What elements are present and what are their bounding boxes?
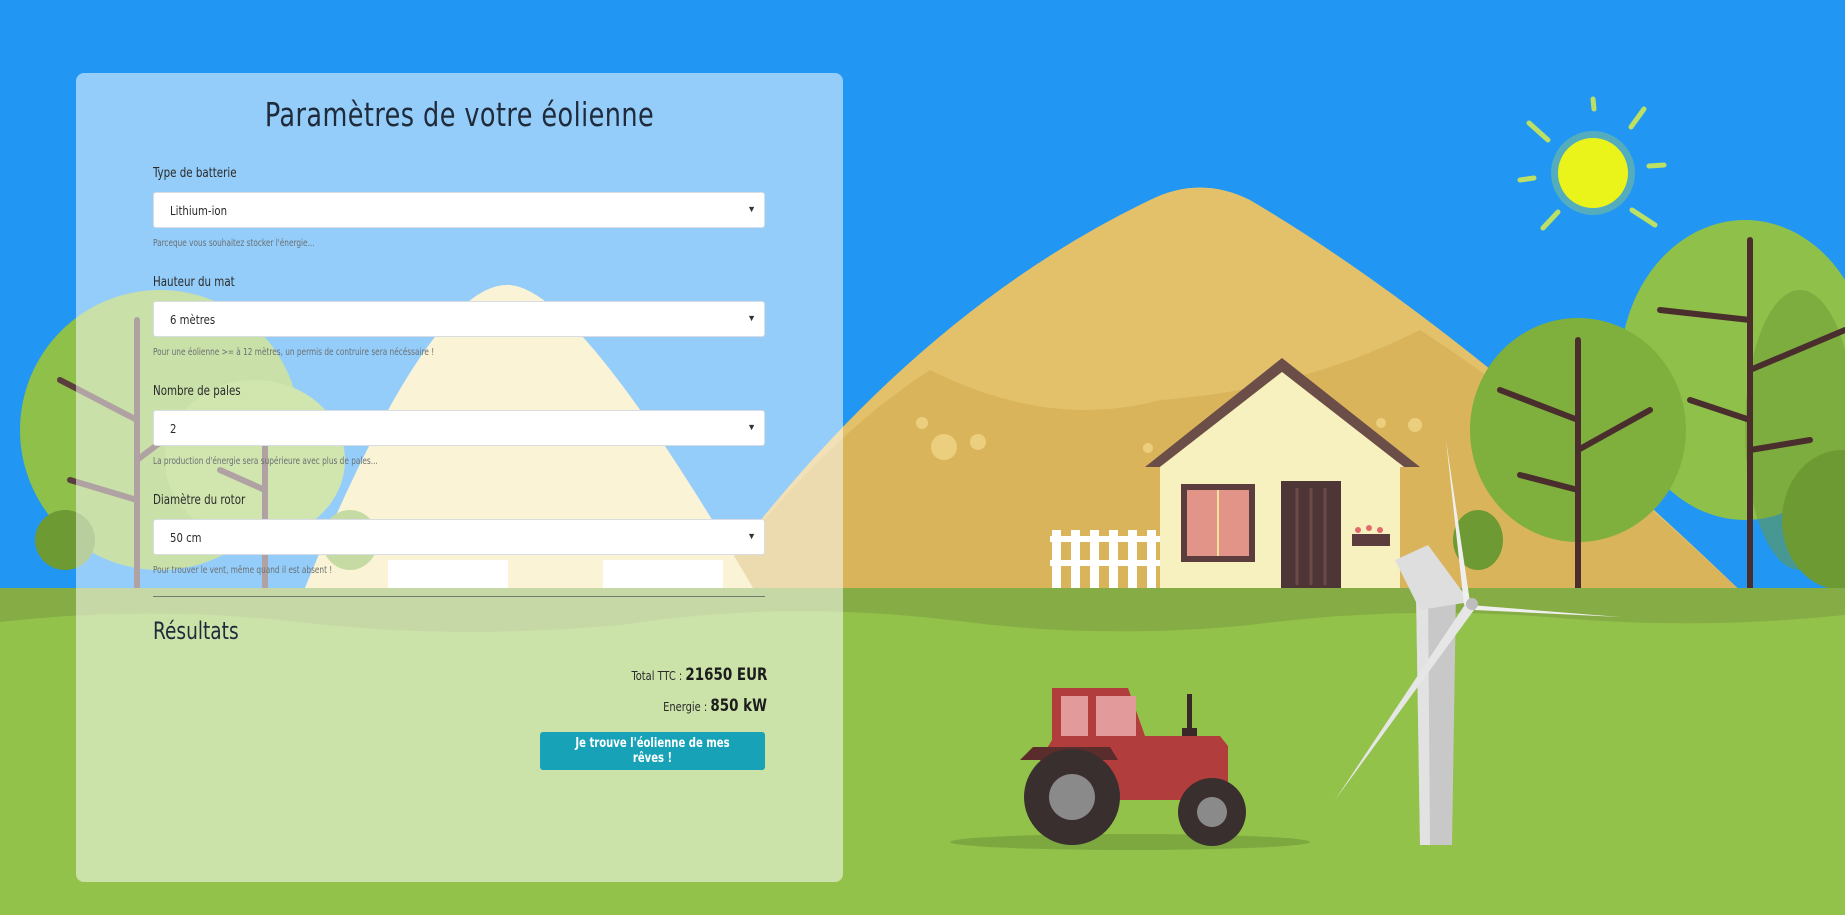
rotor-diameter-select[interactable]: 50 cm ▼ bbox=[153, 519, 765, 555]
total-price-value: 21650 EUR bbox=[684, 665, 767, 685]
total-price-line: Total TTC : 21650 EUR bbox=[631, 665, 767, 685]
page-title: Paramètres de votre éolienne bbox=[264, 95, 655, 134]
energy-value: 850 kW bbox=[710, 696, 767, 716]
rotor-diameter-help: Pour trouver le vent, même quand il est … bbox=[153, 565, 333, 576]
blade-count-value: 2 bbox=[170, 421, 177, 436]
caret-down-icon: ▼ bbox=[747, 422, 756, 432]
settings-panel: Paramètres de votre éolienne Type de bat… bbox=[76, 73, 843, 882]
results-title: Résultats bbox=[153, 617, 239, 645]
energy-line: Energie : 850 kW bbox=[663, 696, 767, 716]
mast-height-help: Pour une éolienne >= à 12 mètres, un per… bbox=[153, 347, 435, 358]
rotor-diameter-value: 50 cm bbox=[170, 530, 202, 545]
energy-label: Energie : bbox=[663, 699, 711, 714]
mast-height-label: Hauteur du mat bbox=[153, 275, 235, 290]
mast-height-select[interactable]: 6 mètres ▼ bbox=[153, 301, 765, 337]
blade-count-select[interactable]: 2 ▼ bbox=[153, 410, 765, 446]
blade-count-help: La production d'énergie sera supérieure … bbox=[153, 456, 378, 467]
divider bbox=[153, 596, 765, 597]
battery-type-value: Lithium-ion bbox=[170, 203, 227, 218]
find-turbine-button[interactable]: Je trouve l'éolienne de mes rêves ! bbox=[540, 732, 765, 770]
caret-down-icon: ▼ bbox=[747, 531, 756, 541]
caret-down-icon: ▼ bbox=[747, 313, 756, 323]
battery-type-help: Parceque vous souhaitez stocker l'énergi… bbox=[153, 238, 315, 249]
caret-down-icon: ▼ bbox=[747, 204, 756, 214]
battery-type-label: Type de batterie bbox=[153, 166, 237, 181]
battery-type-select[interactable]: Lithium-ion ▼ bbox=[153, 192, 765, 228]
rotor-diameter-label: Diamètre du rotor bbox=[153, 493, 246, 508]
mast-height-value: 6 mètres bbox=[170, 312, 216, 327]
find-turbine-button-label: Je trouve l'éolienne de mes rêves ! bbox=[575, 736, 730, 766]
total-price-label: Total TTC : bbox=[631, 668, 685, 683]
blade-count-label: Nombre de pales bbox=[153, 384, 241, 399]
